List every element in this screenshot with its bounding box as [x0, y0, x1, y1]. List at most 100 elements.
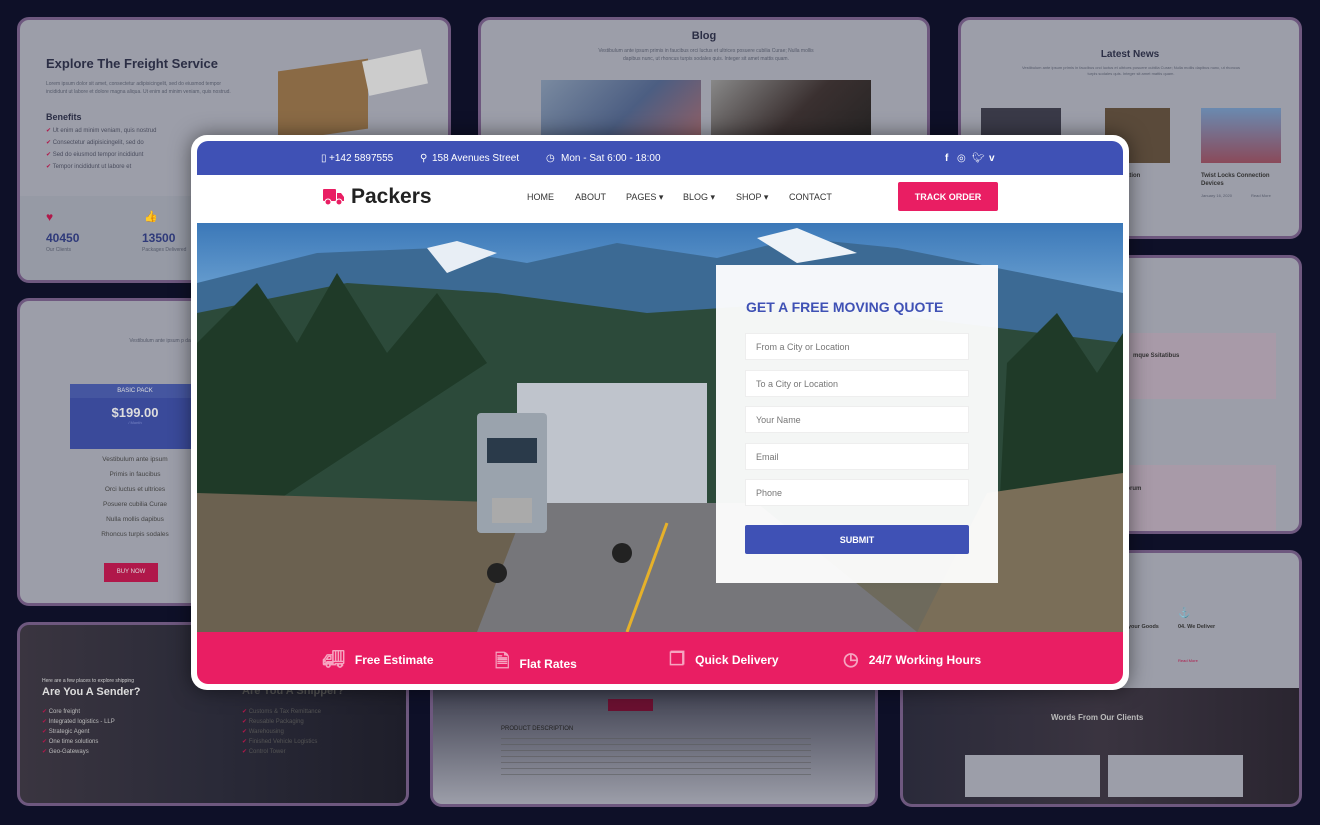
twitter-icon[interactable]: 🐦︎: [972, 153, 985, 164]
phone-icon: ▯: [321, 153, 327, 164]
main-preview: ▯ +142 5897555 ⚲ 158 Avenues Street ◷ Mo…: [191, 135, 1129, 690]
vimeo-icon[interactable]: v: [989, 153, 995, 164]
heart-icon: ♥: [46, 210, 54, 224]
benefits-title: Benefits: [46, 112, 82, 122]
nav-about[interactable]: ABOUT: [575, 192, 606, 202]
thumbs-up-icon: 👍: [144, 211, 158, 223]
sender-item: One time solutions: [42, 738, 115, 745]
logo-text: Packers: [351, 185, 432, 208]
track-order-button[interactable]: TRACK ORDER: [898, 182, 998, 211]
nav-blog[interactable]: BLOG ▾: [683, 192, 715, 203]
phone-number: +142 5897555: [329, 153, 394, 164]
feature-label: Flat Rates: [519, 657, 577, 671]
phone-input[interactable]: [745, 479, 969, 506]
facebook-icon[interactable]: f: [945, 153, 948, 164]
shipper-list: Customs & Tax Remittance Reusable Packag…: [242, 705, 321, 758]
freight-title: Explore The Freight Service: [46, 56, 218, 71]
plan-feature: Nulla mollis dapibus: [106, 516, 164, 523]
logo[interactable]: Packers: [323, 185, 432, 209]
shipper-item: Control Tower: [242, 748, 321, 755]
sender-list: Core freight Integrated logistics - LLP …: [42, 705, 115, 758]
stat-value: 40450: [46, 231, 80, 245]
process-title: your Goods: [1128, 624, 1159, 630]
nav-pages[interactable]: PAGES ▾: [626, 192, 663, 203]
news-image: [1201, 108, 1281, 163]
sender-item: Strategic Agent: [42, 728, 115, 735]
truck-icon: 🚚︎: [322, 649, 345, 669]
name-input[interactable]: [745, 406, 969, 433]
email-input[interactable]: [745, 443, 969, 470]
news-date: January 16, 2020: [1201, 193, 1232, 198]
truck-logo-icon: [323, 189, 344, 206]
box-image: [278, 58, 368, 142]
plan-name: BASIC PACK: [70, 384, 200, 398]
sender-kicker: Here are a few places to explore shippin…: [42, 678, 134, 684]
news-read-more[interactable]: Read More: [1251, 192, 1271, 200]
submit-button[interactable]: SUBMIT: [745, 525, 969, 554]
feature-label: Free Estimate: [354, 652, 434, 667]
benefit-item: Tempor incididunt ut labore et: [46, 163, 156, 170]
benefit-item: Consectetur adipisicingelit, sed do: [46, 139, 156, 146]
clock-icon: ◷: [546, 153, 555, 164]
feature-label: Quick Delivery: [695, 652, 779, 667]
stat-value: 13500: [142, 231, 176, 245]
sender-item: Core freight: [42, 708, 115, 715]
hours: Mon - Sat 6:00 - 18:00: [561, 153, 661, 164]
buy-now-button[interactable]: BUY NOW: [104, 563, 158, 582]
feature-flat-rates: 🗎 Flat Rates: [495, 649, 577, 679]
plan-features: Vestibulum ante ipsum Primis in faucibus…: [70, 456, 200, 546]
copy-icon: ❐: [669, 649, 686, 669]
nav-contact[interactable]: CONTACT: [789, 192, 832, 202]
service-title: mque Ssitatibus: [1133, 353, 1180, 359]
process-title: 04. We Deliver: [1178, 624, 1216, 630]
anchor-icon: ⚓: [1178, 608, 1191, 619]
quote-form: GET A FREE MOVING QUOTE SUBMIT: [716, 265, 998, 583]
shipper-item: Warehousing: [242, 728, 321, 735]
testimonial-card: [1108, 755, 1243, 797]
to-location-input[interactable]: [745, 370, 969, 397]
instagram-icon[interactable]: ◎: [957, 153, 966, 164]
plan-period: / Month: [128, 420, 142, 425]
benefit-item: Ut enim ad minim veniam, quis nostrud: [46, 127, 157, 134]
document-icon: 🗎: [495, 651, 510, 671]
plan-feature: Orci luctus et ultrices: [104, 486, 166, 493]
plan-feature: Primis in faucibus: [109, 471, 161, 478]
blog-text: Vestibulum ante ipsum primis in faucibus…: [598, 48, 814, 62]
blog-title: Blog: [691, 30, 717, 42]
feature-quick-delivery: ❐ Quick Delivery: [669, 649, 779, 670]
freight-text: Lorem ipsum dolor sit amet, consectetur …: [46, 81, 231, 95]
stat-label: Our Clients: [46, 247, 72, 253]
from-location-input[interactable]: [745, 333, 969, 360]
testimonials-section: Words From Our Clients: [903, 688, 1299, 804]
shipper-item: Finished Vehicle Logistics: [242, 738, 321, 745]
quote-title: GET A FREE MOVING QUOTE: [746, 299, 944, 315]
feature-free-estimate: 🚚︎ Free Estimate: [322, 649, 434, 670]
testimonial-card: [965, 755, 1100, 797]
box-label: [362, 49, 428, 96]
stat-label: Packages Delivered: [142, 247, 187, 253]
process-read-more[interactable]: Read More: [1178, 657, 1198, 665]
location-icon: ⚲: [420, 153, 428, 164]
news-item-title: Twist Locks Connection Devices: [1201, 173, 1270, 187]
plan-feature: Rhoncus turpis sodales: [101, 531, 169, 538]
product-heading: PRODUCT DESCRIPTION: [501, 726, 574, 732]
navbar: Packers HOME ABOUT PAGES ▾ BLOG ▾ SHOP ▾…: [197, 175, 1123, 223]
nav-home[interactable]: HOME: [527, 192, 554, 202]
product-button: [608, 699, 653, 711]
testimonials-title: Words From Our Clients: [1051, 713, 1144, 722]
plan-feature: Posuere cubilia Curae: [103, 501, 167, 508]
pricing-header: BASIC PACK $199.00 / Month: [70, 384, 200, 449]
product-text: [501, 738, 811, 778]
sender-title: Are You A Sender?: [42, 686, 141, 698]
hero-image: GET A FREE MOVING QUOTE SUBMIT: [197, 223, 1123, 632]
nav-shop[interactable]: SHOP ▾: [736, 192, 768, 203]
sender-item: Geo-Gateways: [42, 748, 115, 755]
shipper-item: Reusable Packaging: [242, 718, 321, 725]
benefits-list: Ut enim ad minim veniam, quis nostrud Co…: [46, 122, 157, 175]
plan-feature: Vestibulum ante ipsum: [102, 456, 168, 463]
address: 158 Avenues Street: [432, 153, 520, 164]
shipper-item: Customs & Tax Remittance: [242, 708, 321, 715]
feature-label: 24/7 Working Hours: [868, 652, 982, 667]
feature-working-hours: ◷ 24/7 Working Hours: [843, 649, 981, 670]
top-bar: ▯ +142 5897555 ⚲ 158 Avenues Street ◷ Mo…: [197, 141, 1123, 175]
